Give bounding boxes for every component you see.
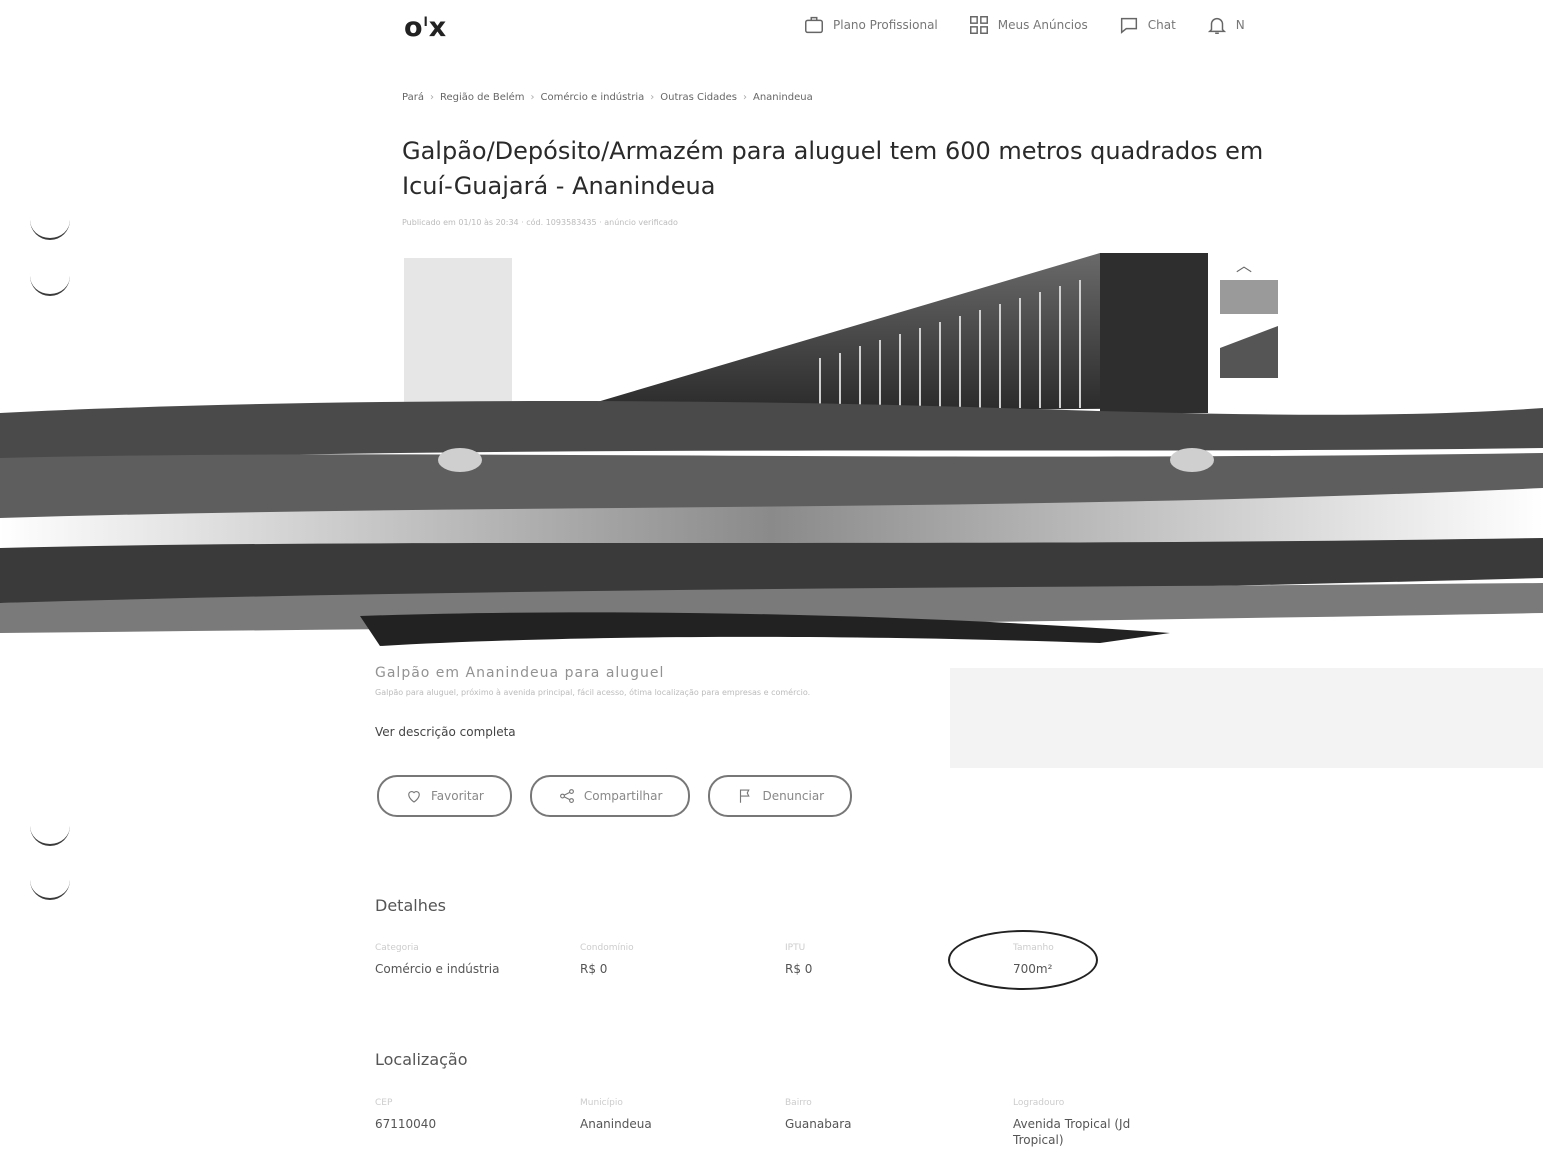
location-value: 67110040	[375, 1117, 437, 1131]
location-value: Guanabara	[785, 1117, 852, 1131]
description-preview: Galpão para aluguel, próximo à avenida p…	[375, 688, 811, 697]
listing-meta: Publicado em 01/10 às 20:34 · cód. 10935…	[402, 218, 678, 227]
breadcrumb-separator: ›	[429, 92, 434, 103]
location-label: Município	[580, 1098, 623, 1108]
nav-label: Meus Anúncios	[997, 18, 1088, 32]
listing-title: Galpão/Depósito/Armazém para aluguel tem…	[402, 137, 1264, 200]
breadcrumb: Pará › Região de Belém › Comércio e indú…	[402, 92, 813, 103]
location-item: Município Ananindeua	[580, 1098, 785, 1148]
breadcrumb-separator: ›	[530, 92, 535, 103]
paper-hole-mark	[30, 872, 70, 900]
breadcrumb-item[interactable]: Outras Cidades	[660, 92, 737, 103]
nav-label: N	[1235, 18, 1245, 32]
share-button[interactable]: Compartilhar	[529, 775, 691, 817]
location-item: CEP 67110040	[375, 1098, 580, 1148]
grid-icon	[969, 16, 988, 34]
favorite-button[interactable]: Favoritar	[377, 775, 512, 817]
location-title: Localização	[375, 1050, 468, 1069]
report-button[interactable]: Denunciar	[708, 775, 853, 817]
detail-label: Condomínio	[580, 943, 634, 953]
chat-icon	[1120, 17, 1137, 34]
detail-value: Comércio e indústria	[375, 962, 500, 976]
breadcrumb-item[interactable]: Pará	[402, 92, 424, 103]
breadcrumb-item[interactable]: Ananindeua	[753, 92, 813, 103]
share-icon	[559, 789, 574, 803]
olx-logo[interactable]: olx	[404, 12, 447, 43]
breadcrumb-item[interactable]: Comércio e indústria	[541, 92, 645, 103]
detail-item: Condomínio R$ 0	[580, 943, 785, 977]
briefcase-icon	[805, 16, 823, 34]
nav-label: Chat	[1147, 18, 1176, 32]
location-grid: CEP 67110040 Município Ananindeua Bairro…	[375, 1098, 1223, 1148]
description-heading: Galpão em Ananindeua para aluguel	[375, 665, 665, 681]
flag-icon	[740, 789, 751, 803]
nav-plano-profissional[interactable]: Plano Profissional	[803, 14, 938, 36]
location-item: Bairro Guanabara	[785, 1098, 993, 1148]
breadcrumb-item[interactable]: Região de Belém	[440, 92, 525, 103]
paper-hole-mark	[30, 212, 70, 240]
location-label: Bairro	[785, 1098, 812, 1108]
logo-o: o	[404, 12, 424, 43]
see-full-description-link[interactable]: Ver descrição completa	[375, 725, 516, 739]
location-label: Logradouro	[1013, 1098, 1065, 1108]
gallery-up-arrow-icon[interactable]: ︿	[1236, 252, 1252, 276]
location-label: CEP	[375, 1098, 393, 1108]
favorite-label: Favoritar	[431, 789, 484, 803]
breadcrumb-separator: ›	[743, 92, 747, 103]
report-label: Denunciar	[762, 789, 825, 803]
detail-label: Categoria	[375, 943, 419, 953]
details-title: Detalhes	[375, 896, 447, 915]
logo-x: x	[428, 12, 448, 43]
nav-meus-anuncios[interactable]: Meus Anúncios	[968, 14, 1088, 36]
bell-icon	[1207, 17, 1226, 34]
location-value: Avenida Tropical (Jd Tropical)	[1013, 1117, 1131, 1147]
heart-icon	[408, 791, 420, 803]
nav-notifications[interactable]: N	[1206, 14, 1245, 36]
detail-item: Categoria Comércio e indústria	[375, 943, 580, 977]
nav-chat[interactable]: Chat	[1118, 14, 1176, 36]
breadcrumb-separator: ›	[650, 92, 655, 103]
handwritten-circle-annotation	[948, 930, 1098, 990]
listing-actions: Favoritar Compartilhar Denunciar	[377, 775, 853, 817]
top-navigation: Plano Profissional Meus Anúncios Chat N	[803, 14, 1245, 36]
share-label: Compartilhar	[583, 789, 663, 803]
detail-value: R$ 0	[580, 962, 608, 976]
location-value: Ananindeua	[580, 1117, 652, 1131]
location-item: Logradouro Avenida Tropical (Jd Tropical…	[993, 1098, 1163, 1148]
nav-label: Plano Profissional	[833, 18, 938, 32]
paper-hole-mark	[30, 818, 70, 846]
